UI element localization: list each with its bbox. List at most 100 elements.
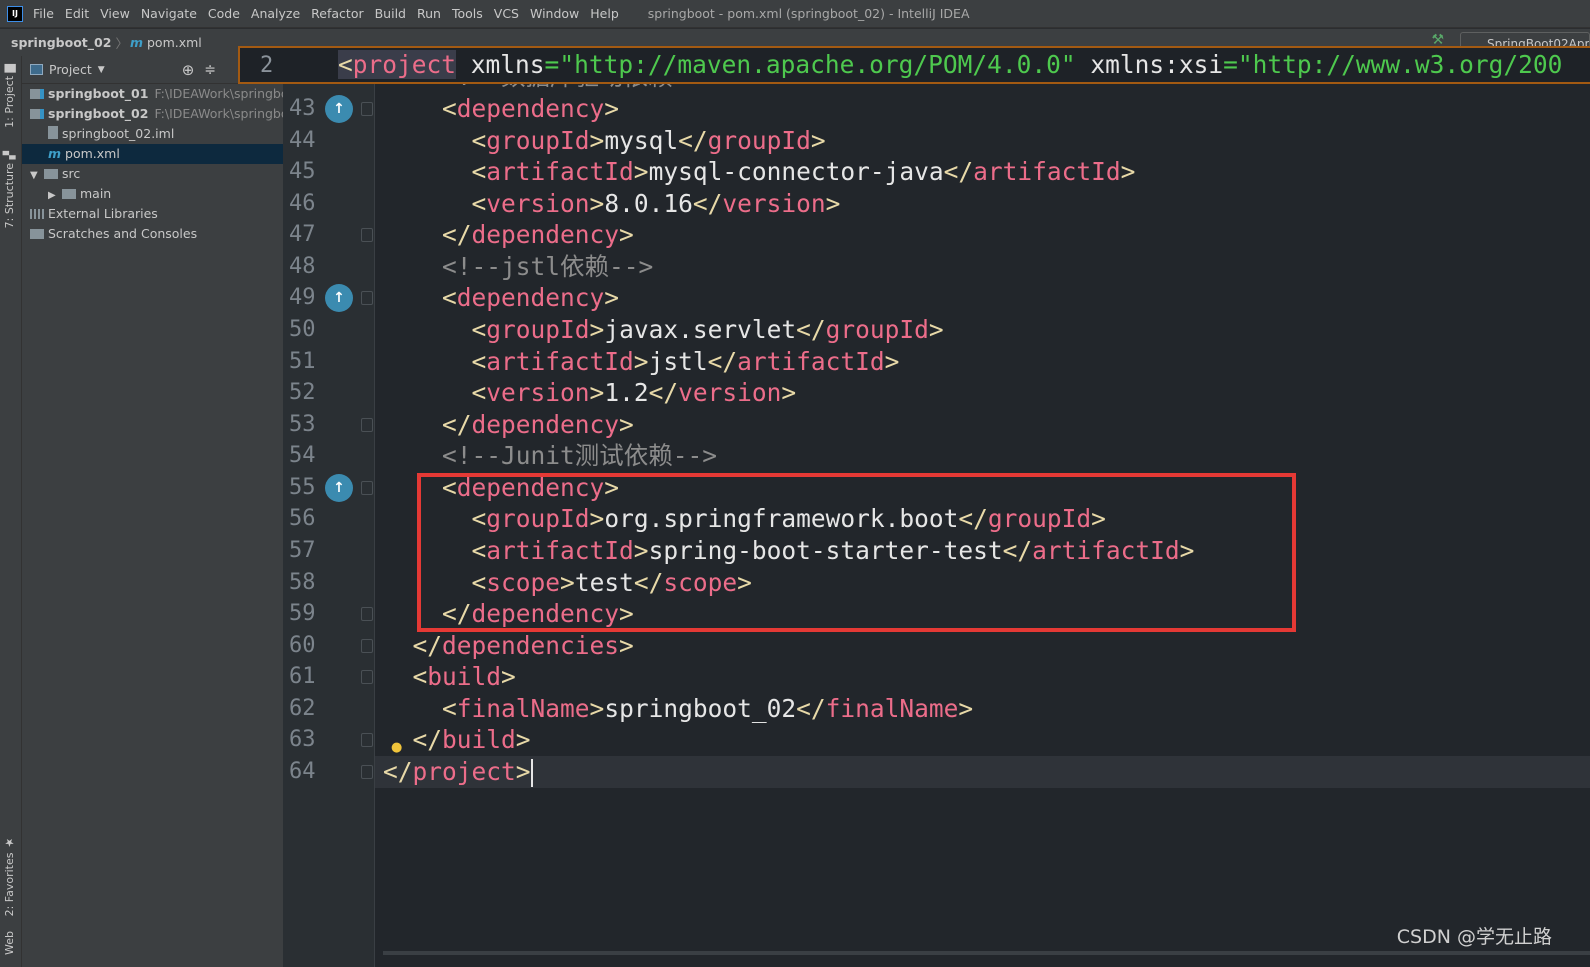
code-line[interactable]: <!--Junit测试依赖--> [383, 440, 717, 472]
chevron-down-icon[interactable]: ▼ [98, 65, 105, 75]
folder-icon [44, 169, 58, 179]
menu-help[interactable]: Help [590, 6, 619, 21]
menu-build[interactable]: Build [375, 6, 406, 21]
menu-refactor[interactable]: Refactor [311, 6, 363, 21]
lightbulb-icon[interactable]: ● [391, 740, 402, 755]
menu-navigate[interactable]: Navigate [141, 6, 197, 21]
breadcrumb-project[interactable]: springboot_02 [11, 35, 111, 50]
tree-item-label: springboot_02 [48, 106, 149, 121]
line-number: 48 [289, 253, 316, 279]
sticky-header-line[interactable]: 2 <project xmlns="http://maven.apache.or… [238, 46, 1590, 84]
tree-item[interactable]: springboot_02.iml [22, 124, 283, 144]
tool-tab-favorites-label: 2: Favorites [3, 852, 16, 917]
editor-gutter: 4243↑444546474849↑505152535455↑565758596… [283, 56, 375, 967]
tree-item[interactable]: Scratches and Consoles [22, 224, 283, 244]
code-line[interactable]: <artifactId>mysql-connector-java</artifa… [383, 156, 1136, 188]
project-view-icon [30, 64, 43, 75]
tool-tab-web-label: Web [3, 931, 16, 955]
collapse-all-icon[interactable]: ≑ [204, 62, 216, 78]
code-line[interactable]: <finalName>springboot_02</finalName> [383, 693, 973, 725]
menu-analyze[interactable]: Analyze [251, 6, 300, 21]
code-line[interactable]: <dependency> [383, 93, 619, 125]
code-line[interactable]: </dependency> [383, 219, 634, 251]
highlight-box [417, 473, 1296, 632]
code-line[interactable]: <build> [383, 661, 516, 693]
project-view-select[interactable]: Project [49, 62, 92, 77]
code-line[interactable]: </build> [383, 724, 531, 756]
code-line[interactable]: <groupId>javax.servlet</groupId> [383, 314, 944, 346]
menu-window[interactable]: Window [530, 6, 579, 21]
menu-vcs[interactable]: VCS [494, 6, 519, 21]
code-token: </ [412, 725, 443, 755]
fold-marker-icon[interactable] [361, 102, 373, 116]
code-token: < [471, 157, 487, 187]
tree-item[interactable]: m pom.xml [22, 144, 283, 164]
project-tree: springboot_01F:\IDEAWork\springbootsprin… [22, 84, 283, 244]
fold-marker-icon[interactable] [361, 291, 373, 306]
code-token: project [352, 50, 457, 79]
code-token: > [589, 314, 605, 344]
code-token: </ [412, 630, 443, 660]
tool-tab-web[interactable]: Web [3, 931, 16, 955]
sticky-line-number: 2 [260, 53, 274, 78]
tool-tab-structure[interactable]: 7: Structure ▞ [3, 151, 16, 228]
tree-item[interactable]: springboot_02 F:\IDEAWork\springboot [22, 104, 283, 124]
code-token: version [722, 188, 826, 218]
line-number: 46 [289, 190, 316, 216]
tree-item[interactable]: ▶ main [22, 184, 283, 204]
line-number: 49 [289, 285, 316, 311]
code-token: artifactId [973, 157, 1121, 187]
code-token: mysql [604, 125, 679, 155]
code-line[interactable]: </project> [375, 755, 1590, 788]
menu-run[interactable]: Run [417, 6, 441, 21]
code-line[interactable]: <artifactId>jstl</artifactId> [383, 346, 900, 378]
fold-marker-icon[interactable] [361, 670, 373, 685]
expand-down-icon[interactable]: ▼ [30, 166, 44, 184]
code-token: groupId [707, 125, 811, 155]
fold-marker-icon[interactable] [361, 607, 373, 622]
fold-marker-icon[interactable] [361, 417, 373, 432]
menu-tools[interactable]: Tools [452, 6, 483, 21]
line-number: 55 [289, 474, 316, 500]
code-token: </ [692, 188, 723, 218]
maven-dependency-icon[interactable]: ↑ [325, 95, 353, 123]
code-line[interactable]: </dependency> [383, 409, 634, 441]
tree-item[interactable]: External Libraries [22, 204, 283, 224]
code-line[interactable]: <groupId>mysql</groupId> [383, 125, 826, 157]
fold-marker-icon[interactable] [361, 764, 373, 779]
horizontal-scrollbar[interactable] [383, 951, 1590, 955]
menu-code[interactable]: Code [208, 6, 240, 21]
tool-tab-project[interactable]: 1: Project ▇ [3, 64, 16, 128]
tree-item[interactable]: springboot_01 F:\IDEAWork\springboot [22, 84, 283, 104]
code-token: > [619, 220, 634, 250]
code-token: mysql-connector-java [648, 157, 944, 187]
code-line[interactable]: <version>1.2</version> [383, 377, 797, 409]
breadcrumb-file[interactable]: pom.xml [147, 35, 202, 50]
expand-right-icon[interactable]: ▶ [48, 186, 62, 204]
tree-item-label: External Libraries [48, 206, 158, 221]
fold-marker-icon[interactable] [361, 638, 373, 653]
tool-tab-favorites[interactable]: 2: Favorites ★ [3, 836, 16, 916]
maven-dependency-icon[interactable]: ↑ [325, 284, 353, 313]
menu-view[interactable]: View [100, 6, 130, 21]
fold-marker-icon[interactable] [361, 480, 373, 495]
tree-item-path: F:\IDEAWork\springboot [154, 86, 283, 101]
code-line[interactable]: <version>8.0.16</version> [383, 188, 841, 220]
code-token: </ [442, 409, 472, 439]
locate-icon[interactable]: ⊕ [182, 61, 195, 79]
line-number: 43 [289, 96, 316, 121]
code-line[interactable]: <dependency> [383, 282, 619, 314]
fold-marker-icon[interactable] [361, 228, 373, 243]
menu-file[interactable]: File [33, 6, 54, 21]
code-line[interactable]: </dependencies> [383, 630, 634, 662]
code-token: > [633, 157, 649, 187]
menu-edit[interactable]: Edit [65, 6, 89, 21]
menu-items: File Edit View Navigate Code Analyze Refactor B… [33, 6, 630, 21]
fold-marker-icon[interactable] [361, 733, 373, 748]
code-token: build [427, 662, 502, 692]
maven-dependency-icon[interactable]: ↑ [325, 473, 353, 502]
tree-item[interactable]: ▼ src [22, 164, 283, 184]
code-line[interactable]: <!--jstl依赖--> [383, 251, 653, 283]
code-token: dependency [456, 283, 605, 313]
code-token: dependencies [442, 630, 620, 660]
